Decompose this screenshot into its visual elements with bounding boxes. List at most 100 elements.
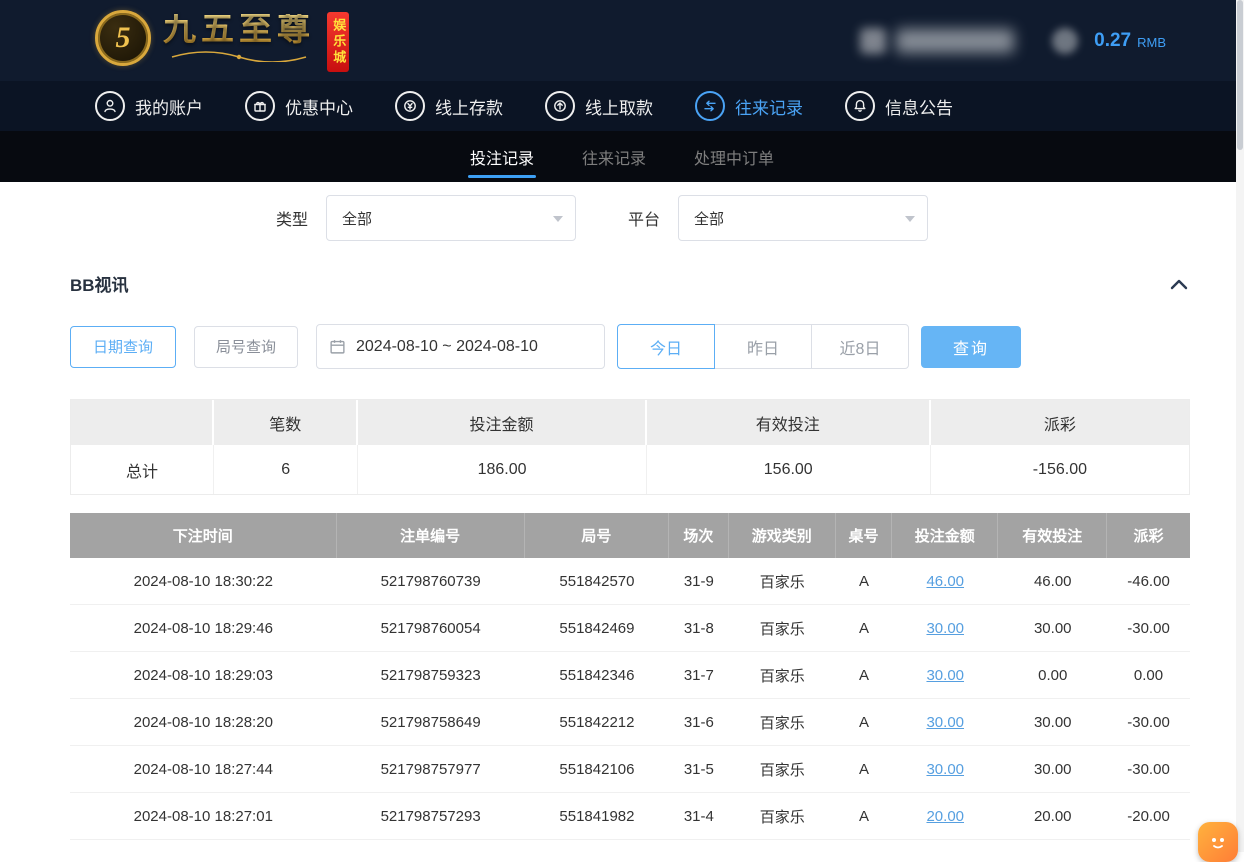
main-nav: 我的账户 优惠中心 线上存款 线上取款 往来记录 信息公告 xyxy=(0,81,1244,131)
scrollbar-track[interactable] xyxy=(1236,0,1244,852)
round-no-cell: 551842570 xyxy=(525,558,669,605)
nav-item-announcements[interactable]: 信息公告 xyxy=(845,91,953,121)
round-no-cell: 551842469 xyxy=(525,605,669,652)
bet-amount-link[interactable]: 20.00 xyxy=(926,808,964,825)
detail-table-body: 2024-08-10 18:30:22521798760739551842570… xyxy=(70,558,1190,840)
round-no-cell: 551842212 xyxy=(525,699,669,746)
payout-cell: -30.00 xyxy=(1107,605,1190,652)
scrollbar-thumb[interactable] xyxy=(1237,0,1243,150)
yesterday-button[interactable]: 昨日 xyxy=(714,324,812,369)
brand-name: 九五至尊 xyxy=(163,14,315,47)
bet-amount-cell: 30.00 xyxy=(892,746,998,793)
header-valid-bet: 有效投注 xyxy=(998,513,1107,558)
tab-transaction-records[interactable]: 往来记录 xyxy=(580,131,648,182)
gold-flourish-icon xyxy=(164,50,314,62)
game-type-cell: 百家乐 xyxy=(729,746,837,793)
balance-amount: 0.27 xyxy=(1094,30,1131,52)
table-row: 2024-08-10 18:29:46521798760054551842469… xyxy=(70,605,1190,652)
quick-date-group: 今日 昨日 近8日 xyxy=(617,324,909,369)
summary-header-count: 笔数 xyxy=(214,400,358,445)
game-type-cell: 百家乐 xyxy=(729,793,837,840)
table-no-cell: A xyxy=(836,793,892,840)
summary-header-payout: 派彩 xyxy=(931,400,1189,445)
payout-cell: -30.00 xyxy=(1107,699,1190,746)
platform-select[interactable]: 全部 xyxy=(678,195,928,241)
bell-icon xyxy=(845,91,875,121)
total-label: 总计 xyxy=(71,445,214,494)
nav-item-my-account[interactable]: 我的账户 xyxy=(95,91,203,121)
bet-amount-cell: 46.00 xyxy=(892,558,998,605)
bet-id-cell: 521798758649 xyxy=(337,699,525,746)
deposit-icon xyxy=(395,91,425,121)
nav-label: 往来记录 xyxy=(735,94,803,119)
user-avatar[interactable] xyxy=(860,28,886,54)
coin-icon xyxy=(1052,28,1078,54)
tab-bet-records[interactable]: 投注记录 xyxy=(468,131,536,182)
table-row: 2024-08-10 18:30:22521798760739551842570… xyxy=(70,558,1190,605)
detail-table: 下注时间 注单编号 局号 场次 游戏类别 桌号 投注金额 有效投注 派彩 202… xyxy=(70,513,1190,840)
bet-amount-link[interactable]: 46.00 xyxy=(926,573,964,590)
summary-header-bet-amount: 投注金额 xyxy=(358,400,646,445)
mascot-face-icon xyxy=(1205,829,1231,855)
table-no-cell: A xyxy=(836,605,892,652)
header-bet-time: 下注时间 xyxy=(70,513,337,558)
bet-amount-link[interactable]: 30.00 xyxy=(926,714,964,731)
bet-amount-cell: 30.00 xyxy=(892,699,998,746)
bet-id-cell: 521798760054 xyxy=(337,605,525,652)
total-valid-bet: 156.00 xyxy=(647,445,931,494)
date-range-input[interactable]: 2024-08-10 ~ 2024-08-10 xyxy=(316,324,605,369)
table-no-cell: A xyxy=(836,699,892,746)
type-select[interactable]: 全部 xyxy=(326,195,576,241)
total-count: 6 xyxy=(214,445,358,494)
bet-id-cell: 521798757977 xyxy=(337,746,525,793)
nav-item-deposit[interactable]: 线上存款 xyxy=(395,91,503,121)
bet-amount-link[interactable]: 30.00 xyxy=(926,667,964,684)
chevron-down-icon xyxy=(553,216,563,222)
game-type-cell: 百家乐 xyxy=(729,699,837,746)
collapse-chevron-icon[interactable] xyxy=(1168,276,1190,292)
nav-item-promotions[interactable]: 优惠中心 xyxy=(245,91,353,121)
balance-currency: RMB xyxy=(1137,35,1166,50)
bet-time-cell: 2024-08-10 18:27:44 xyxy=(70,746,337,793)
top-header: 5 九五至尊 娱乐城 0.27 RMB xyxy=(0,0,1244,81)
last-8-days-button[interactable]: 近8日 xyxy=(811,324,909,369)
nav-item-withdraw[interactable]: 线上取款 xyxy=(545,91,653,121)
tab-processing-orders[interactable]: 处理中订单 xyxy=(692,131,776,182)
session-cell: 31-6 xyxy=(669,699,728,746)
date-query-button[interactable]: 日期查询 xyxy=(70,326,176,368)
bet-amount-cell: 20.00 xyxy=(892,793,998,840)
gift-icon xyxy=(245,91,275,121)
user-icon xyxy=(95,91,125,121)
bet-id-cell: 521798759323 xyxy=(337,652,525,699)
bet-amount-link[interactable]: 30.00 xyxy=(926,620,964,637)
withdraw-icon xyxy=(545,91,575,121)
search-button[interactable]: 查询 xyxy=(921,326,1021,368)
valid-bet-cell: 0.00 xyxy=(998,652,1107,699)
valid-bet-cell: 30.00 xyxy=(998,699,1107,746)
game-type-cell: 百家乐 xyxy=(729,605,837,652)
nav-item-transaction-records[interactable]: 往来记录 xyxy=(695,91,803,121)
today-button[interactable]: 今日 xyxy=(617,324,715,369)
header-session: 场次 xyxy=(669,513,728,558)
valid-bet-cell: 30.00 xyxy=(998,605,1107,652)
summary-table: 笔数 投注金额 有效投注 派彩 总计 6 186.00 156.00 -156.… xyxy=(70,399,1190,495)
round-query-button[interactable]: 局号查询 xyxy=(194,326,298,368)
bet-amount-cell: 30.00 xyxy=(892,605,998,652)
bet-amount-link[interactable]: 30.00 xyxy=(926,761,964,778)
summary-total-row: 总计 6 186.00 156.00 -156.00 xyxy=(71,445,1189,494)
round-no-cell: 551842106 xyxy=(525,746,669,793)
payout-cell: -46.00 xyxy=(1107,558,1190,605)
game-type-cell: 百家乐 xyxy=(729,652,837,699)
valid-bet-cell: 20.00 xyxy=(998,793,1107,840)
brand-emblem-icon: 5 xyxy=(95,10,151,66)
table-row: 2024-08-10 18:27:44521798757977551842106… xyxy=(70,746,1190,793)
customer-service-widget[interactable] xyxy=(1198,822,1238,862)
brand-logo[interactable]: 5 九五至尊 娱乐城 xyxy=(95,10,378,72)
table-no-cell: A xyxy=(836,746,892,793)
table-row: 2024-08-10 18:29:03521798759323551842346… xyxy=(70,652,1190,699)
bet-amount-cell: 30.00 xyxy=(892,652,998,699)
round-no-cell: 551842346 xyxy=(525,652,669,699)
bet-time-cell: 2024-08-10 18:30:22 xyxy=(70,558,337,605)
round-no-cell: 551841982 xyxy=(525,793,669,840)
header-round-no: 局号 xyxy=(525,513,669,558)
